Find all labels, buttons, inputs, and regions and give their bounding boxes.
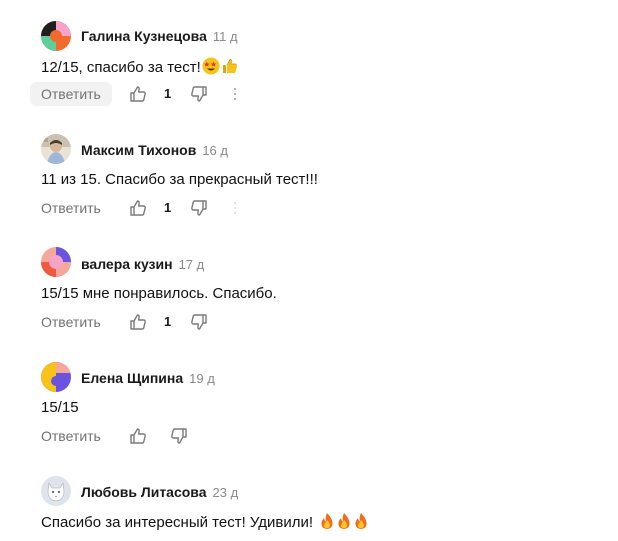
comment-age: 16 д (202, 143, 228, 158)
thumbs-down-outline-icon[interactable] (170, 427, 188, 445)
author-line: Максим Тихонов 16 д (81, 141, 228, 160)
fire-emoji-icon (336, 512, 352, 536)
author-line: Галина Кузнецова 11 д (81, 27, 238, 46)
avatar[interactable] (41, 476, 71, 506)
comment-text: Спасибо за интересный тест! Удивили! (41, 512, 369, 536)
comment-age: 23 д (212, 485, 239, 500)
like-count: 1 (164, 200, 172, 215)
comment-body: 11 из 15. Спасибо за прекрасный тест!!! (41, 171, 318, 188)
reply-button[interactable]: Ответить (30, 196, 112, 220)
reply-button[interactable]: Ответить (30, 82, 112, 106)
comment-body: Спасибо за интересный тест! Удивили! (41, 514, 314, 531)
author-name[interactable]: Елена Щипина (81, 370, 183, 386)
comment-body: 12/15, спасибо за тест! (41, 59, 201, 76)
like-count: 1 (164, 314, 172, 329)
avatar[interactable] (41, 247, 71, 277)
comment-age: 11 д (212, 29, 238, 44)
thumbs-down-outline-icon[interactable] (190, 313, 208, 331)
reply-button[interactable]: Ответить (30, 310, 112, 334)
comment-body: 15/15 мне понравилось. Спасибо. (41, 285, 277, 302)
avatar[interactable] (41, 362, 71, 392)
comment-actions: Ответить (30, 424, 330, 448)
thumbs-down-outline-icon[interactable] (190, 85, 208, 103)
comment-body: 15/15 (41, 399, 79, 416)
fire-emoji-icon (353, 512, 369, 536)
comment-actions: Ответить 1 (30, 310, 330, 334)
like-count: 1 (164, 86, 172, 101)
thumbs-up-outline-icon[interactable] (129, 313, 147, 331)
comment-actions: Ответить 1 (30, 196, 330, 220)
author-name[interactable]: валера кузин (81, 256, 173, 272)
vertical-ellipsis-icon[interactable] (231, 200, 239, 216)
comment-actions: Ответить 1 (30, 82, 330, 106)
author-name[interactable]: Галина Кузнецова (81, 28, 207, 44)
author-name[interactable]: Максим Тихонов (81, 142, 196, 158)
thumbs-up-outline-icon[interactable] (129, 427, 147, 445)
fire-emoji-icon (319, 512, 335, 536)
comment-age: 17 д (178, 257, 205, 272)
thumbs-up-emoji-icon (221, 57, 239, 81)
author-line: Елена Щипина 19 д (81, 369, 215, 388)
author-line: валера кузин 17 д (81, 255, 204, 274)
author-line: Любовь Литасова 23 д (81, 483, 238, 502)
vertical-ellipsis-icon[interactable] (231, 86, 239, 102)
reply-button[interactable]: Ответить (30, 424, 112, 448)
comment-age: 19 д (189, 371, 215, 386)
avatar[interactable] (41, 134, 71, 164)
thumbs-up-outline-icon[interactable] (129, 85, 147, 103)
star-struck-emoji-icon (202, 57, 220, 81)
author-name[interactable]: Любовь Литасова (81, 484, 207, 500)
thumbs-up-outline-icon[interactable] (129, 199, 147, 217)
thumbs-down-outline-icon[interactable] (190, 199, 208, 217)
comment-text: 12/15, спасибо за тест! (41, 57, 239, 81)
avatar[interactable] (41, 21, 71, 51)
